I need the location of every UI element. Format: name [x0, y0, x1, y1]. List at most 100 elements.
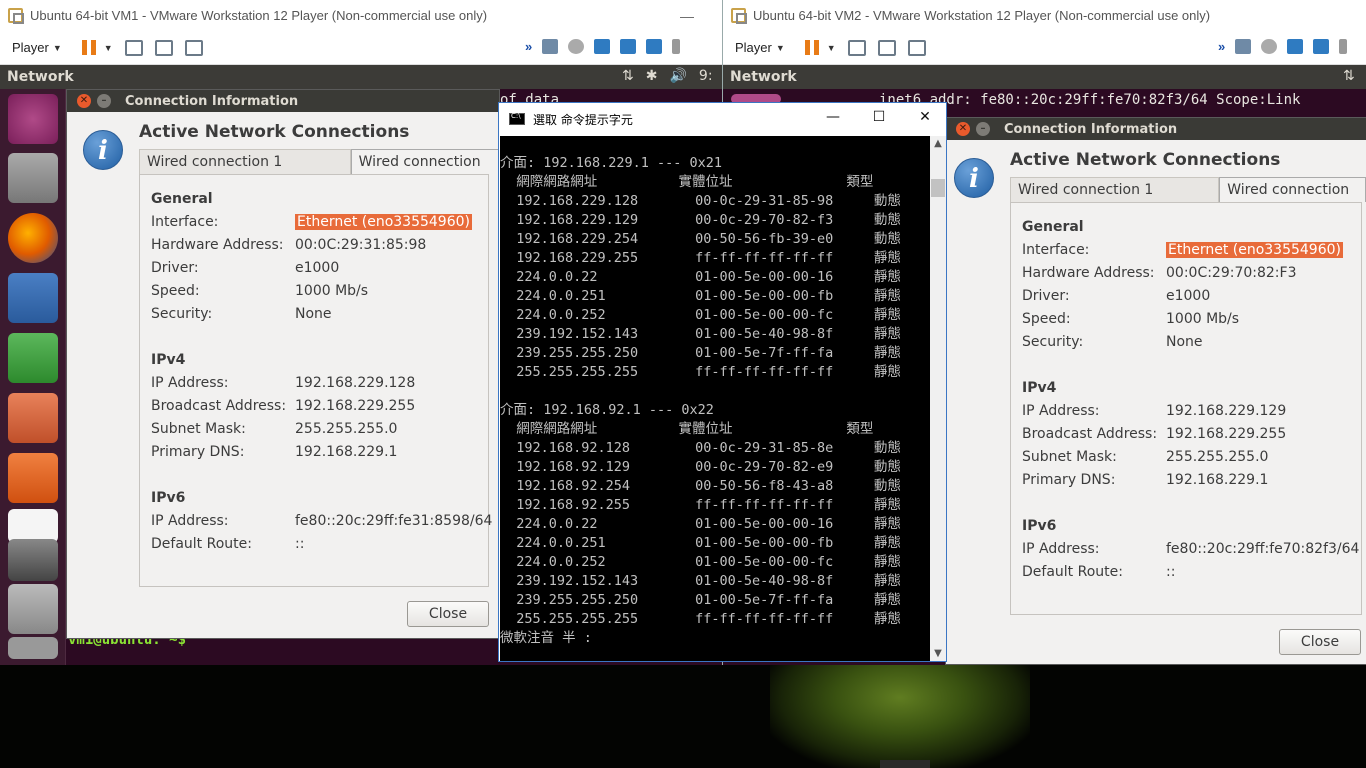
device-icons: » [525, 39, 681, 54]
pause-icon[interactable] [804, 40, 819, 55]
ipv4-address-value[interactable]: 192.168.229.129 [1166, 403, 1286, 419]
hard-disk-icon[interactable] [542, 39, 559, 54]
send-ctrl-alt-del-icon[interactable] [124, 39, 143, 56]
subnet-mask-value[interactable]: 255.255.255.0 [1166, 449, 1268, 465]
subnet-mask-value[interactable]: 255.255.255.0 [295, 421, 397, 437]
vm1-titlebar[interactable]: Ubuntu 64-bit VM1 - VMware Workstation 1… [0, 0, 722, 31]
fullscreen-icon[interactable] [877, 39, 896, 56]
dialog-titlebar[interactable]: ✕ – Connection Information [946, 118, 1366, 140]
network-arrows-icon[interactable]: ⇅ [1343, 68, 1355, 84]
default-route-value[interactable]: :: [1166, 564, 1175, 580]
dialog-titlebar[interactable]: ✕ – Connection Information [67, 90, 499, 112]
default-route-label: Default Route: [1022, 564, 1123, 580]
vm2-titlebar[interactable]: Ubuntu 64-bit VM2 - VMware Workstation 1… [723, 0, 1366, 31]
tab-wired-connection-2[interactable]: Wired connection 2 [1219, 177, 1366, 218]
wifi-icon[interactable] [8, 584, 58, 634]
primary-dns-value[interactable]: 192.168.229.1 [1166, 472, 1268, 488]
speed-value[interactable]: 1000 Mb/s [1166, 311, 1239, 327]
scroll-up-icon[interactable]: ▲ [930, 138, 946, 149]
close-icon[interactable]: ✕ [77, 94, 91, 108]
ipv4-address-label: IP Address: [1022, 403, 1100, 419]
ipv4-address-value[interactable]: 192.168.229.128 [295, 375, 415, 391]
fullscreen-icon[interactable] [154, 39, 173, 56]
player-menu-button[interactable]: Player ▼ [735, 40, 785, 55]
chevron-down-icon[interactable]: ▼ [104, 43, 113, 53]
volume-icon[interactable]: 🔊 [669, 68, 686, 84]
network-adapter-icon[interactable] [594, 39, 611, 54]
default-route-label: Default Route: [151, 536, 252, 552]
system-settings-icon[interactable] [8, 539, 58, 581]
panel-app-title: Network [7, 69, 74, 85]
panel-clock[interactable]: 9: [699, 68, 713, 84]
scroll-down-icon[interactable]: ▼ [930, 648, 946, 659]
cmd-titlebar[interactable]: 選取 命令提示字元 — ☐ ✕ [499, 103, 946, 135]
close-button[interactable]: Close [1279, 629, 1361, 655]
expand-arrows-icon[interactable]: » [525, 39, 532, 54]
close-icon[interactable]: ✕ [956, 122, 970, 136]
connection-info-dialog: ✕ – Connection Information i Active Netw… [945, 117, 1366, 665]
network-adapter-icon[interactable] [1287, 39, 1304, 54]
network-adapter-2-icon[interactable] [620, 39, 637, 54]
files-icon[interactable] [8, 153, 58, 203]
tab-wired-connection-2[interactable]: Wired connection 2 [350, 149, 499, 190]
dialog-title: Connection Information [125, 93, 299, 109]
speed-value[interactable]: 1000 Mb/s [295, 283, 368, 299]
default-route-value[interactable]: :: [295, 536, 304, 552]
player-menu-button[interactable]: Player ▼ [12, 40, 62, 55]
chevron-down-icon[interactable]: ▼ [827, 43, 836, 53]
ipv6-address-value[interactable]: fe80::20c:29ff:fe31:8598/64 [295, 513, 492, 529]
amazon-icon[interactable] [8, 509, 58, 543]
dash-home-icon[interactable] [8, 94, 58, 144]
unity-icon[interactable] [184, 39, 203, 56]
close-button[interactable]: Close [407, 601, 489, 627]
cd-drive-icon[interactable] [568, 39, 585, 54]
tab-wired-connection-1[interactable]: Wired connection 1 (default) [1010, 177, 1220, 218]
tab-wired-connection-1[interactable]: Wired connection 1 (default) [139, 149, 351, 190]
broadcast-value[interactable]: 192.168.229.255 [1166, 426, 1286, 442]
cmd-scrollbar[interactable]: ▲ ▼ [930, 136, 946, 661]
trash-icon[interactable] [8, 637, 58, 659]
bluetooth-icon[interactable]: ✱ [646, 68, 658, 84]
interface-value[interactable]: Ethernet (eno33554960) [295, 214, 472, 230]
cmd-line: 255.255.255.255 ff-ff-ff-ff-ff-ff 靜態 [500, 611, 901, 627]
driver-value[interactable]: e1000 [295, 260, 339, 276]
primary-dns-value[interactable]: 192.168.229.1 [295, 444, 397, 460]
network-arrows-icon[interactable]: ⇅ [622, 68, 634, 84]
unity-icon[interactable] [907, 39, 926, 56]
minimize-button[interactable]: — [823, 109, 843, 125]
minimize-icon[interactable]: – [97, 94, 111, 108]
close-button[interactable]: ✕ [915, 109, 935, 125]
cmd-line: 介面: 192.168.229.1 --- 0x21 [500, 155, 723, 171]
cmd-line: 224.0.0.252 01-00-5e-00-00-fc 靜態 [500, 554, 901, 570]
driver-value[interactable]: e1000 [1166, 288, 1210, 304]
usb-icon[interactable] [646, 39, 663, 54]
printer-icon[interactable] [1339, 39, 1348, 54]
pause-icon[interactable] [81, 40, 96, 55]
interface-value[interactable]: Ethernet (eno33554960) [1166, 242, 1343, 258]
expand-arrows-icon[interactable]: » [1218, 39, 1225, 54]
firefox-icon[interactable] [8, 213, 58, 263]
network-adapter-2-icon[interactable] [1313, 39, 1330, 54]
hard-disk-icon[interactable] [1235, 39, 1252, 54]
broadcast-value[interactable]: 192.168.229.255 [295, 398, 415, 414]
ipv6-address-value[interactable]: fe80::20c:29ff:fe70:82f3/64 [1166, 541, 1359, 557]
minimize-icon[interactable]: – [976, 122, 990, 136]
command-prompt-window[interactable]: 選取 命令提示字元 — ☐ ✕ 介面: 192.168.229.1 --- 0x… [498, 102, 947, 662]
ipv4-address-label: IP Address: [151, 375, 229, 391]
interface-label: Interface: [1022, 242, 1090, 258]
security-value[interactable]: None [1166, 334, 1203, 350]
cd-drive-icon[interactable] [1261, 39, 1278, 54]
hw-address-value[interactable]: 00:0C:29:70:82:F3 [1166, 265, 1296, 281]
send-ctrl-alt-del-icon[interactable] [847, 39, 866, 56]
libreoffice-writer-icon[interactable] [8, 273, 58, 323]
cmd-output[interactable]: 介面: 192.168.229.1 --- 0x21 網際網路網址 實體位址 類… [500, 136, 930, 661]
printer-icon[interactable] [672, 39, 681, 54]
scrollbar-thumb[interactable] [931, 179, 945, 197]
maximize-button[interactable]: ☐ [869, 109, 889, 125]
hw-address-value[interactable]: 00:0C:29:31:85:98 [295, 237, 426, 253]
libreoffice-calc-icon[interactable] [8, 333, 58, 383]
minimize-button[interactable]: — [680, 8, 694, 24]
libreoffice-impress-icon[interactable] [8, 393, 58, 443]
software-center-icon[interactable] [8, 453, 58, 503]
security-value[interactable]: None [295, 306, 332, 322]
